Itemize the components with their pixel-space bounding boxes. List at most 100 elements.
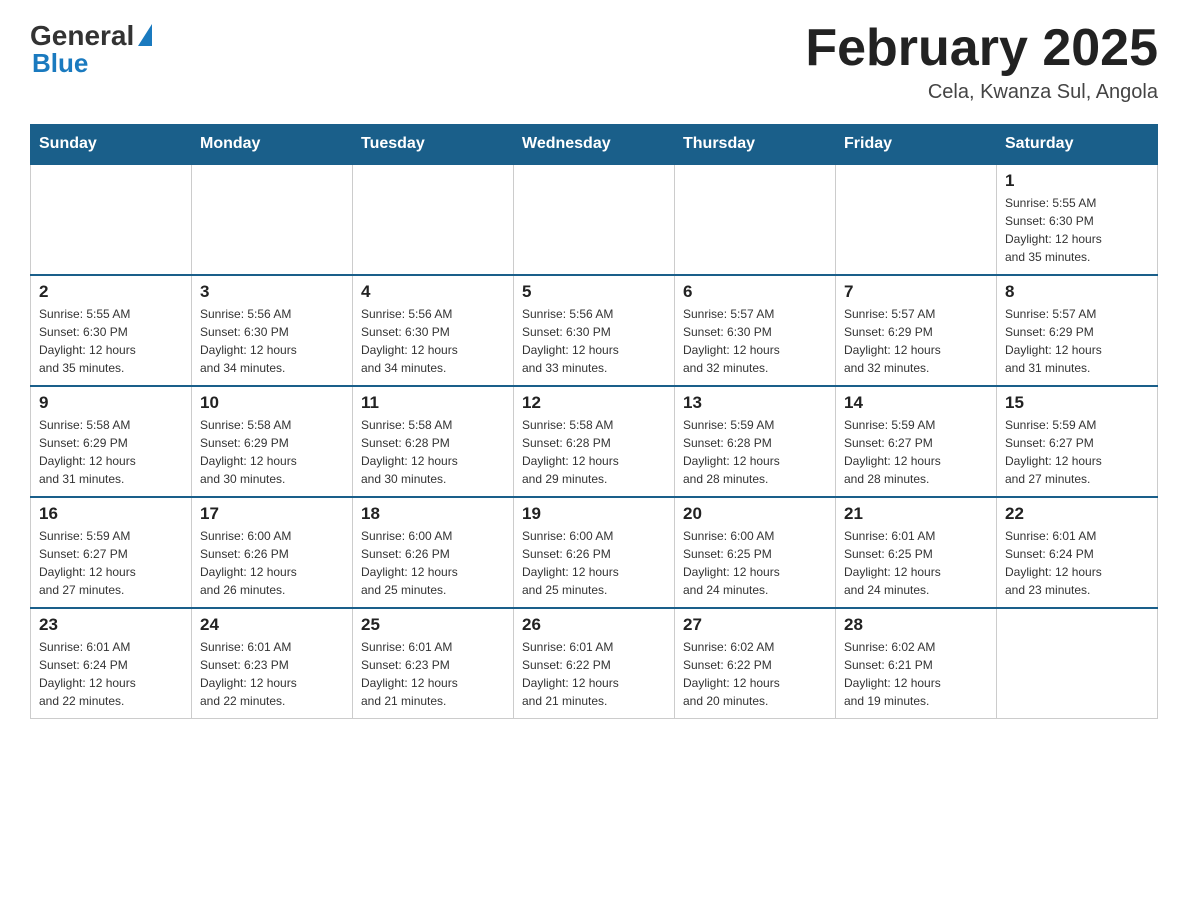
logo-triangle-icon bbox=[138, 24, 152, 46]
day-info: Sunrise: 6:02 AMSunset: 6:21 PMDaylight:… bbox=[844, 638, 988, 710]
calendar-day-cell: 9 Sunrise: 5:58 AMSunset: 6:29 PMDaylight… bbox=[31, 386, 192, 497]
calendar-day-cell: 25 Sunrise: 6:01 AMSunset: 6:23 PMDayligh… bbox=[353, 608, 514, 719]
calendar-week-row: 1Sunrise: 5:55 AMSunset: 6:30 PMDaylight… bbox=[31, 164, 1158, 275]
logo-text-blue: Blue bbox=[32, 48, 88, 79]
day-info: Sunrise: 5:56 AMSunset: 6:30 PMDaylight:… bbox=[200, 305, 344, 377]
calendar-day-cell bbox=[353, 164, 514, 275]
column-header-tuesday: Tuesday bbox=[353, 125, 514, 165]
logo: General Blue bbox=[30, 20, 152, 79]
day-info: Sunrise: 6:01 AMSunset: 6:23 PMDaylight:… bbox=[361, 638, 505, 710]
calendar-day-cell: 18 Sunrise: 6:00 AMSunset: 6:26 PMDayligh… bbox=[353, 497, 514, 608]
column-header-thursday: Thursday bbox=[675, 125, 836, 165]
calendar-day-cell bbox=[192, 164, 353, 275]
day-info: Sunrise: 6:02 AMSunset: 6:22 PMDaylight:… bbox=[683, 638, 827, 710]
day-info: Sunrise: 5:57 AMSunset: 6:29 PMDaylight:… bbox=[844, 305, 988, 377]
day-number: 11 bbox=[361, 393, 505, 413]
day-info: Sunrise: 5:59 AMSunset: 6:27 PMDaylight:… bbox=[39, 527, 183, 599]
calendar-day-cell: 6 Sunrise: 5:57 AMSunset: 6:30 PMDaylight… bbox=[675, 275, 836, 386]
day-number: 27 bbox=[683, 615, 827, 635]
day-info: Sunrise: 5:59 AMSunset: 6:28 PMDaylight:… bbox=[683, 416, 827, 488]
calendar-day-cell: 24 Sunrise: 6:01 AMSunset: 6:23 PMDayligh… bbox=[192, 608, 353, 719]
day-number: 24 bbox=[200, 615, 344, 635]
day-info: Sunrise: 6:01 AMSunset: 6:22 PMDaylight:… bbox=[522, 638, 666, 710]
calendar-week-row: 16Sunrise: 5:59 AMSunset: 6:27 PMDayligh… bbox=[31, 497, 1158, 608]
calendar-title: February 2025 bbox=[805, 20, 1158, 77]
day-info: Sunrise: 6:01 AMSunset: 6:23 PMDaylight:… bbox=[200, 638, 344, 710]
day-number: 8 bbox=[1005, 282, 1149, 302]
calendar-day-cell: 1Sunrise: 5:55 AMSunset: 6:30 PMDaylight… bbox=[997, 164, 1158, 275]
calendar-day-cell: 4 Sunrise: 5:56 AMSunset: 6:30 PMDaylight… bbox=[353, 275, 514, 386]
calendar-day-cell: 27 Sunrise: 6:02 AMSunset: 6:22 PMDayligh… bbox=[675, 608, 836, 719]
day-info: Sunrise: 5:58 AMSunset: 6:29 PMDaylight:… bbox=[200, 416, 344, 488]
day-info: Sunrise: 6:01 AMSunset: 6:24 PMDaylight:… bbox=[39, 638, 183, 710]
calendar-day-cell: 26 Sunrise: 6:01 AMSunset: 6:22 PMDayligh… bbox=[514, 608, 675, 719]
day-info: Sunrise: 6:00 AMSunset: 6:26 PMDaylight:… bbox=[361, 527, 505, 599]
day-number: 14 bbox=[844, 393, 988, 413]
calendar-day-cell: 23Sunrise: 6:01 AMSunset: 6:24 PMDayligh… bbox=[31, 608, 192, 719]
day-number: 26 bbox=[522, 615, 666, 635]
calendar-day-cell: 21 Sunrise: 6:01 AMSunset: 6:25 PMDayligh… bbox=[836, 497, 997, 608]
calendar-week-row: 23Sunrise: 6:01 AMSunset: 6:24 PMDayligh… bbox=[31, 608, 1158, 719]
day-number: 19 bbox=[522, 504, 666, 524]
column-header-wednesday: Wednesday bbox=[514, 125, 675, 165]
calendar-day-cell: 20 Sunrise: 6:00 AMSunset: 6:25 PMDayligh… bbox=[675, 497, 836, 608]
day-number: 18 bbox=[361, 504, 505, 524]
calendar-day-cell: 17 Sunrise: 6:00 AMSunset: 6:26 PMDayligh… bbox=[192, 497, 353, 608]
day-number: 6 bbox=[683, 282, 827, 302]
calendar-day-cell: 3 Sunrise: 5:56 AMSunset: 6:30 PMDaylight… bbox=[192, 275, 353, 386]
day-info: Sunrise: 6:00 AMSunset: 6:26 PMDaylight:… bbox=[522, 527, 666, 599]
column-header-friday: Friday bbox=[836, 125, 997, 165]
day-number: 1 bbox=[1005, 171, 1149, 191]
day-info: Sunrise: 5:59 AMSunset: 6:27 PMDaylight:… bbox=[844, 416, 988, 488]
calendar-day-cell: 5Sunrise: 5:56 AMSunset: 6:30 PMDaylight… bbox=[514, 275, 675, 386]
calendar-day-cell: 8Sunrise: 5:57 AMSunset: 6:29 PMDaylight… bbox=[997, 275, 1158, 386]
day-info: Sunrise: 5:58 AMSunset: 6:29 PMDaylight:… bbox=[39, 416, 183, 488]
calendar-table: SundayMondayTuesdayWednesdayThursdayFrid… bbox=[30, 124, 1158, 719]
calendar-day-cell: 22Sunrise: 6:01 AMSunset: 6:24 PMDayligh… bbox=[997, 497, 1158, 608]
day-number: 9 bbox=[39, 393, 183, 413]
day-info: Sunrise: 6:00 AMSunset: 6:25 PMDaylight:… bbox=[683, 527, 827, 599]
day-info: Sunrise: 5:58 AMSunset: 6:28 PMDaylight:… bbox=[522, 416, 666, 488]
calendar-day-cell: 14 Sunrise: 5:59 AMSunset: 6:27 PMDayligh… bbox=[836, 386, 997, 497]
calendar-day-cell: 13Sunrise: 5:59 AMSunset: 6:28 PMDayligh… bbox=[675, 386, 836, 497]
calendar-day-cell bbox=[514, 164, 675, 275]
title-block: February 2025 Cela, Kwanza Sul, Angola bbox=[805, 20, 1158, 104]
calendar-week-row: 9 Sunrise: 5:58 AMSunset: 6:29 PMDaylight… bbox=[31, 386, 1158, 497]
day-number: 15 bbox=[1005, 393, 1149, 413]
column-header-sunday: Sunday bbox=[31, 125, 192, 165]
day-number: 3 bbox=[200, 282, 344, 302]
day-number: 10 bbox=[200, 393, 344, 413]
calendar-day-cell: 11 Sunrise: 5:58 AMSunset: 6:28 PMDayligh… bbox=[353, 386, 514, 497]
day-number: 25 bbox=[361, 615, 505, 635]
day-number: 22 bbox=[1005, 504, 1149, 524]
calendar-day-cell: 7Sunrise: 5:57 AMSunset: 6:29 PMDaylight… bbox=[836, 275, 997, 386]
day-info: Sunrise: 5:59 AMSunset: 6:27 PMDaylight:… bbox=[1005, 416, 1149, 488]
day-info: Sunrise: 5:56 AMSunset: 6:30 PMDaylight:… bbox=[522, 305, 666, 377]
day-number: 20 bbox=[683, 504, 827, 524]
calendar-day-cell bbox=[997, 608, 1158, 719]
day-number: 21 bbox=[844, 504, 988, 524]
calendar-day-cell: 28 Sunrise: 6:02 AMSunset: 6:21 PMDayligh… bbox=[836, 608, 997, 719]
day-number: 12 bbox=[522, 393, 666, 413]
day-info: Sunrise: 5:57 AMSunset: 6:30 PMDaylight:… bbox=[683, 305, 827, 377]
day-info: Sunrise: 6:01 AMSunset: 6:25 PMDaylight:… bbox=[844, 527, 988, 599]
calendar-header-row: SundayMondayTuesdayWednesdayThursdayFrid… bbox=[31, 125, 1158, 165]
calendar-day-cell: 16Sunrise: 5:59 AMSunset: 6:27 PMDayligh… bbox=[31, 497, 192, 608]
day-info: Sunrise: 5:58 AMSunset: 6:28 PMDaylight:… bbox=[361, 416, 505, 488]
calendar-week-row: 2Sunrise: 5:55 AMSunset: 6:30 PMDaylight… bbox=[31, 275, 1158, 386]
page-header: General Blue February 2025 Cela, Kwanza … bbox=[30, 20, 1158, 104]
day-number: 4 bbox=[361, 282, 505, 302]
calendar-day-cell: 12 Sunrise: 5:58 AMSunset: 6:28 PMDayligh… bbox=[514, 386, 675, 497]
calendar-day-cell bbox=[675, 164, 836, 275]
day-number: 17 bbox=[200, 504, 344, 524]
column-header-saturday: Saturday bbox=[997, 125, 1158, 165]
column-header-monday: Monday bbox=[192, 125, 353, 165]
day-info: Sunrise: 5:56 AMSunset: 6:30 PMDaylight:… bbox=[361, 305, 505, 377]
calendar-day-cell bbox=[31, 164, 192, 275]
calendar-day-cell bbox=[836, 164, 997, 275]
day-number: 28 bbox=[844, 615, 988, 635]
calendar-day-cell: 2Sunrise: 5:55 AMSunset: 6:30 PMDaylight… bbox=[31, 275, 192, 386]
day-number: 2 bbox=[39, 282, 183, 302]
calendar-day-cell: 15 Sunrise: 5:59 AMSunset: 6:27 PMDayligh… bbox=[997, 386, 1158, 497]
day-info: Sunrise: 6:00 AMSunset: 6:26 PMDaylight:… bbox=[200, 527, 344, 599]
